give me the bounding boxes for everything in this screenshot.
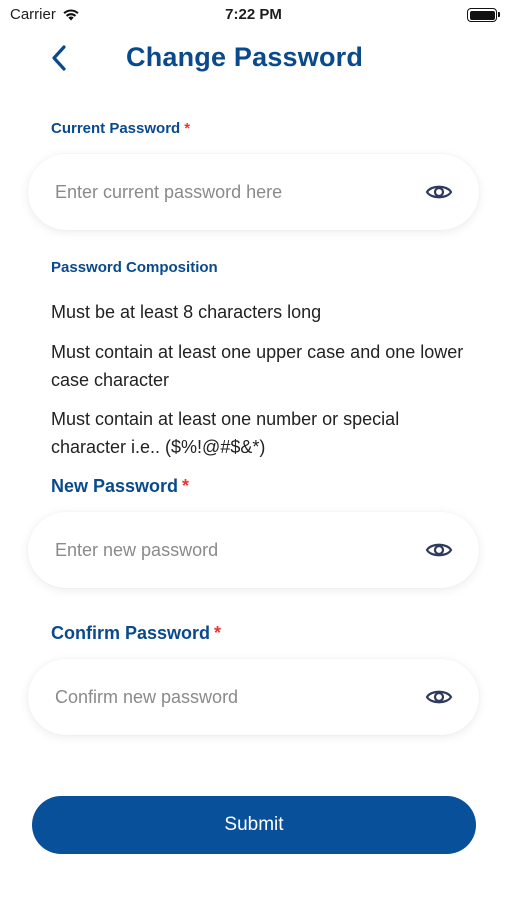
confirm-password-label-text: Confirm Password: [51, 623, 211, 643]
confirm-password-label: Confirm Password *: [51, 623, 221, 644]
composition-rule: Must contain at least one number or spec…: [51, 409, 400, 457]
status-time: 7:22 PM: [225, 6, 282, 23]
eye-icon[interactable]: [425, 687, 453, 707]
current-password-field: [28, 154, 479, 230]
chevron-left-icon: [52, 45, 66, 71]
back-button[interactable]: [44, 42, 74, 74]
new-password-input[interactable]: [28, 539, 425, 561]
new-password-label: New Password *: [51, 476, 189, 497]
eye-icon[interactable]: [425, 540, 453, 560]
new-password-label-text: New Password: [51, 476, 179, 496]
current-password-label-text: Current Password: [51, 120, 181, 137]
confirm-password-input[interactable]: [28, 686, 425, 708]
submit-button[interactable]: Submit: [32, 796, 476, 854]
composition-rule: Must contain at least one upper case and…: [51, 342, 464, 390]
page-title: Change Password: [126, 42, 364, 72]
required-asterisk: *: [214, 623, 222, 643]
status-bar: Carrier 7:22 PM: [0, 0, 507, 30]
password-composition-title: Password Composition: [51, 259, 218, 276]
eye-icon[interactable]: [425, 182, 453, 202]
battery-icon: [467, 8, 500, 22]
header: Change Password: [0, 36, 507, 80]
composition-rule: Must be at least 8 characters long: [51, 302, 322, 322]
required-asterisk: *: [184, 120, 191, 137]
required-asterisk: *: [182, 476, 190, 496]
current-password-input[interactable]: [28, 181, 425, 203]
confirm-password-field: [28, 659, 479, 735]
new-password-field: [28, 512, 479, 588]
current-password-label: Current Password *: [51, 120, 190, 137]
change-password-screen: Carrier 7:22 PM Change Password Current …: [0, 0, 507, 900]
